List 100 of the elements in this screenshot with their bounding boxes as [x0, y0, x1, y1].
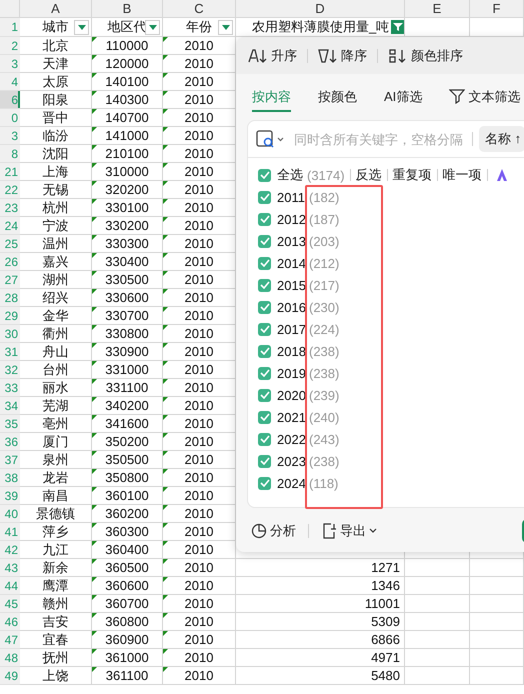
row-number[interactable]: 3 [0, 127, 20, 145]
row-number[interactable]: 25 [0, 235, 20, 253]
row-number[interactable]: 31 [0, 343, 20, 361]
table-cell: 新余 [20, 559, 92, 577]
table-cell: 2010 [163, 631, 236, 649]
row-number[interactable]: 36 [0, 433, 20, 451]
column-header[interactable]: E [405, 0, 470, 18]
filter-dropdown-button[interactable] [74, 20, 89, 35]
sort-button[interactable]: 颜色排序 [388, 46, 463, 64]
row-number[interactable]: 23 [0, 199, 20, 217]
checkbox[interactable] [258, 212, 271, 226]
table-cell: 厦门 [20, 433, 92, 451]
table-cell [470, 649, 524, 667]
column-header[interactable]: F [470, 0, 524, 18]
table-cell: 6866 [236, 631, 405, 649]
row-number[interactable]: 2 [0, 37, 20, 55]
table-cell: 360600 [92, 577, 163, 595]
checkbox[interactable] [258, 432, 271, 446]
column-header[interactable]: B [92, 0, 163, 18]
search-field[interactable]: 同时含所有关键字，空格分隔 [292, 130, 466, 148]
row-number[interactable]: 0 [0, 109, 20, 127]
row-number[interactable]: 48 [0, 649, 20, 667]
row-number[interactable]: 33 [0, 379, 20, 397]
checkbox[interactable] [258, 454, 271, 468]
checkbox[interactable] [258, 344, 271, 358]
row-number[interactable]: 43 [0, 559, 20, 577]
row-number[interactable]: 8 [0, 145, 20, 163]
checkbox[interactable] [258, 190, 271, 204]
row-number[interactable]: 1 [0, 18, 20, 37]
row-number[interactable]: 35 [0, 415, 20, 433]
table-cell: 1346 [236, 577, 405, 595]
row-number[interactable]: 29 [0, 307, 20, 325]
row-number[interactable]: 32 [0, 361, 20, 379]
row-number[interactable]: 42 [0, 541, 20, 559]
filter-tab[interactable]: 文本筛选 [449, 88, 520, 112]
sort-descending-icon [318, 48, 338, 64]
item-count: (182) [309, 190, 340, 204]
row-number[interactable]: 4 [0, 73, 20, 91]
row-number[interactable]: 21 [0, 163, 20, 181]
row-number[interactable]: 26 [0, 253, 20, 271]
checkbox[interactable] [258, 410, 271, 424]
filter-tab[interactable]: AI筛选 [384, 88, 422, 112]
row-number[interactable]: 41 [0, 523, 20, 541]
checkbox[interactable] [258, 322, 271, 336]
row-number[interactable]: 30 [0, 325, 20, 343]
checkbox[interactable] [258, 278, 271, 292]
action-link[interactable]: 重复项 [392, 166, 432, 184]
checkbox[interactable] [258, 300, 271, 314]
row-number[interactable]: 28 [0, 289, 20, 307]
row-number[interactable]: 44 [0, 577, 20, 595]
sort-by-button[interactable]: 名称 ↑ [479, 126, 524, 152]
column-header[interactable]: C [163, 0, 236, 18]
checkbox-label: 2012 [277, 212, 307, 226]
column-header[interactable]: A [20, 0, 92, 18]
row-number[interactable]: 39 [0, 487, 20, 505]
row-number[interactable]: 3 [0, 55, 20, 73]
row-number[interactable]: 46 [0, 613, 20, 631]
sort-button[interactable]: 降序 [318, 46, 367, 64]
table-cell [405, 613, 470, 631]
table-cell: 抚州 [20, 649, 92, 667]
column-header[interactable]: D [236, 0, 405, 18]
row-number[interactable]: 45 [0, 595, 20, 613]
filter-dropdown-button[interactable] [145, 20, 160, 35]
color-sort-icon [388, 48, 408, 64]
table-cell: 阳泉 [20, 91, 92, 109]
table-cell: 331000 [92, 361, 163, 379]
row-number[interactable]: 27 [0, 271, 20, 289]
action-link[interactable]: 唯一项 [442, 166, 482, 184]
checkbox[interactable] [258, 476, 271, 490]
row-number[interactable]: 34 [0, 397, 20, 415]
row-number[interactable]: 6 [0, 91, 20, 109]
checkbox[interactable] [258, 388, 271, 402]
row-number[interactable]: 38 [0, 469, 20, 487]
table-cell: 亳州 [20, 415, 92, 433]
row-number[interactable]: 40 [0, 505, 20, 523]
row-number[interactable]: 37 [0, 451, 20, 469]
row-number[interactable]: 22 [0, 181, 20, 199]
filter-tab[interactable]: 按颜色 [318, 88, 357, 112]
checkbox[interactable] [258, 366, 271, 380]
filter-active-button[interactable] [391, 20, 404, 34]
filter-dropdown-button[interactable] [218, 20, 233, 35]
table-cell: 330400 [92, 253, 163, 271]
filter-tab[interactable]: 按内容 [252, 88, 291, 112]
row-number[interactable]: 47 [0, 631, 20, 649]
checkbox-label: 2013 [277, 234, 307, 248]
row-number[interactable]: 24 [0, 217, 20, 235]
footer-button[interactable]: 导出 [321, 522, 377, 540]
action-link[interactable]: 反选 [356, 166, 382, 184]
row-number[interactable]: 49 [0, 667, 20, 685]
footer-button[interactable]: 分析 [251, 522, 296, 540]
table-cell: 330600 [92, 289, 163, 307]
table-cell [405, 649, 470, 667]
search-icon[interactable] [256, 129, 286, 149]
checkbox[interactable] [258, 234, 271, 248]
ai-logo-icon[interactable] [494, 168, 509, 182]
table-cell: 上海 [20, 163, 92, 181]
sort-button[interactable]: 升序 [248, 46, 297, 64]
checkbox[interactable] [258, 256, 271, 270]
checkbox[interactable] [258, 168, 271, 182]
table-cell [470, 577, 524, 595]
